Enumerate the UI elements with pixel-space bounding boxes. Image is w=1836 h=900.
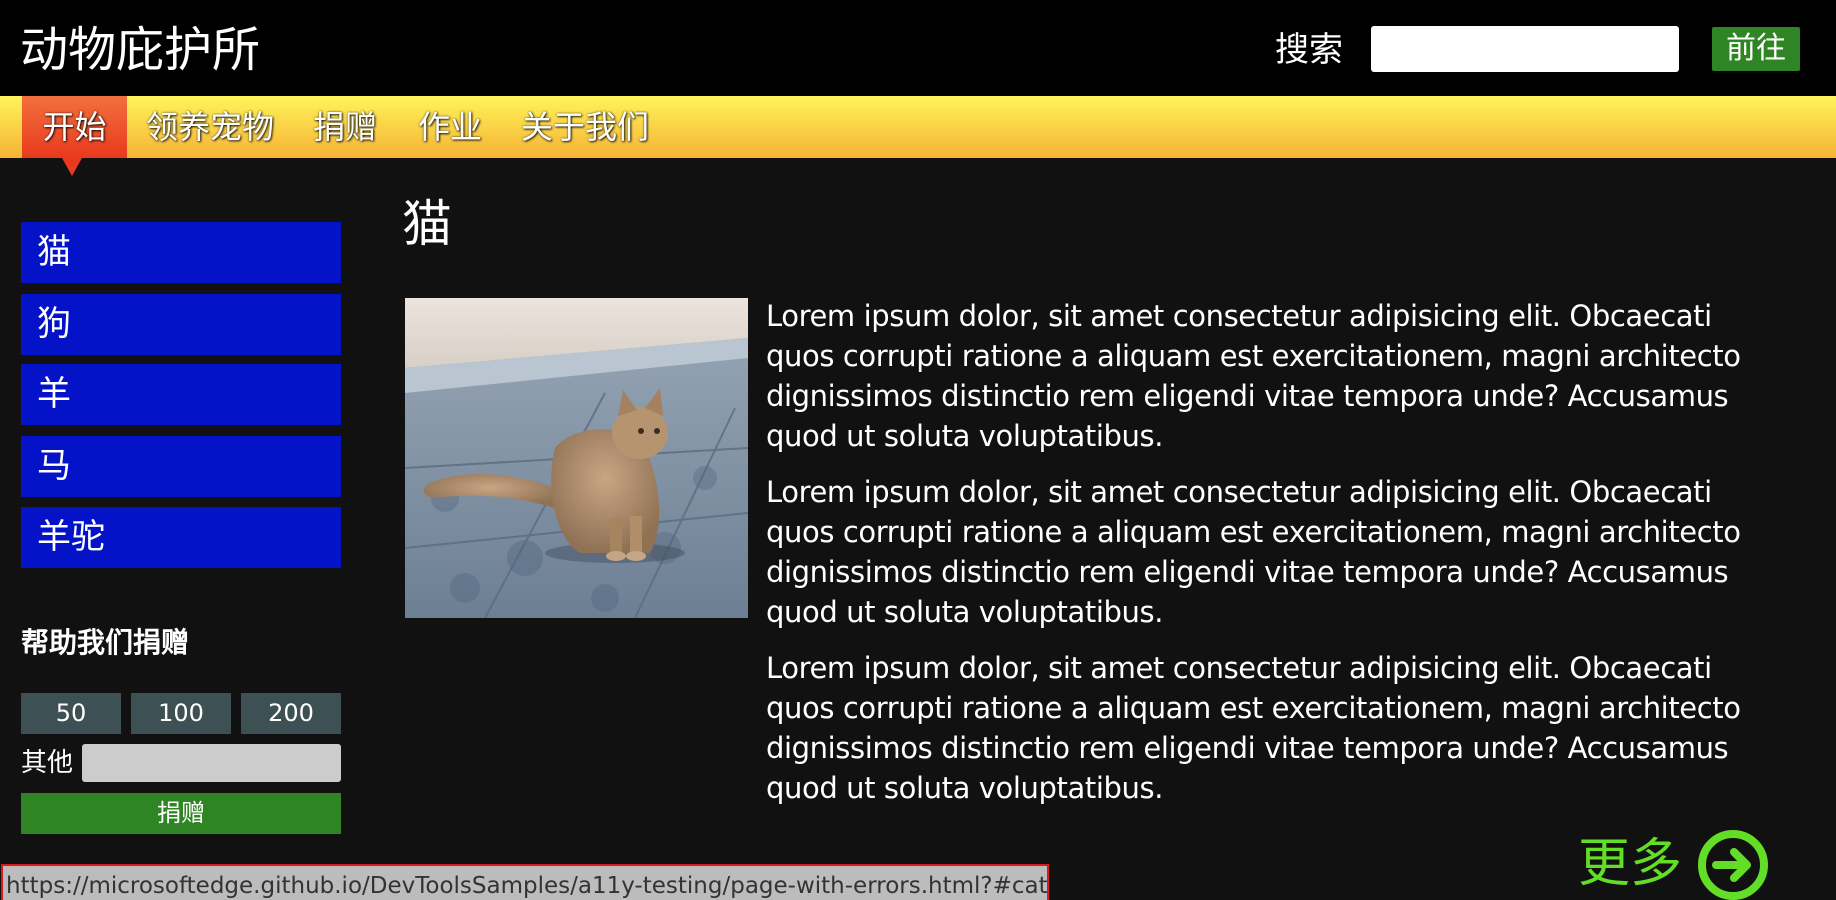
nav-item-donate[interactable]: 捐赠 [310, 96, 380, 158]
more-link[interactable]: 更多 [1578, 826, 1773, 900]
animal-link-sheep[interactable]: 羊 [21, 364, 341, 425]
animal-link-horse[interactable]: 马 [21, 436, 341, 497]
donate-amount-50-button[interactable]: 50 [21, 693, 121, 734]
animal-link-alpaca[interactable]: 羊驼 [21, 507, 341, 568]
site-title: 动物庇护所 [20, 22, 261, 78]
main-nav: 开始 领养宠物 捐赠 作业 关于我们 [0, 96, 1836, 158]
search-label: 搜索 [1275, 30, 1343, 70]
donate-submit-button[interactable]: 捐赠 [21, 793, 341, 834]
donate-amount-200-button[interactable]: 200 [241, 693, 341, 734]
other-amount-input[interactable] [82, 744, 341, 782]
other-amount-label: 其他 [21, 748, 74, 778]
page: 动物庇护所 搜索 前往 开始 领养宠物 捐赠 作业 关于我们 猫 狗 羊 马 羊… [0, 0, 1836, 900]
donate-heading: 帮助我们捐赠 [21, 626, 190, 659]
article-text: Lorem ipsum dolor, sit amet consectetur … [766, 296, 1746, 824]
search-input[interactable] [1371, 26, 1679, 72]
active-nav-pointer [62, 158, 82, 176]
go-button[interactable]: 前往 [1712, 27, 1800, 71]
nav-item-about[interactable]: 关于我们 [520, 96, 650, 158]
article-paragraph: Lorem ipsum dolor, sit amet consectetur … [766, 651, 1741, 805]
article-paragraph: Lorem ipsum dolor, sit amet consectetur … [766, 475, 1741, 629]
nav-item-start[interactable]: 开始 [22, 96, 127, 158]
arrow-right-circle-icon [1696, 828, 1770, 900]
site-header: 动物庇护所 搜索 前往 [0, 0, 1836, 96]
section-heading: 猫 [402, 195, 452, 253]
more-label: 更多 [1578, 834, 1683, 894]
animal-link-cat[interactable]: 猫 [21, 222, 341, 283]
nav-item-adopt[interactable]: 领养宠物 [145, 96, 275, 158]
article-paragraph: Lorem ipsum dolor, sit amet consectetur … [766, 299, 1741, 453]
status-bar-url: https://microsoftedge.github.io/DevTools… [1, 864, 1049, 900]
cat-photo [405, 298, 748, 618]
donate-amount-100-button[interactable]: 100 [131, 693, 231, 734]
nav-item-homework[interactable]: 作业 [415, 96, 485, 158]
animal-link-dog[interactable]: 狗 [21, 294, 341, 355]
